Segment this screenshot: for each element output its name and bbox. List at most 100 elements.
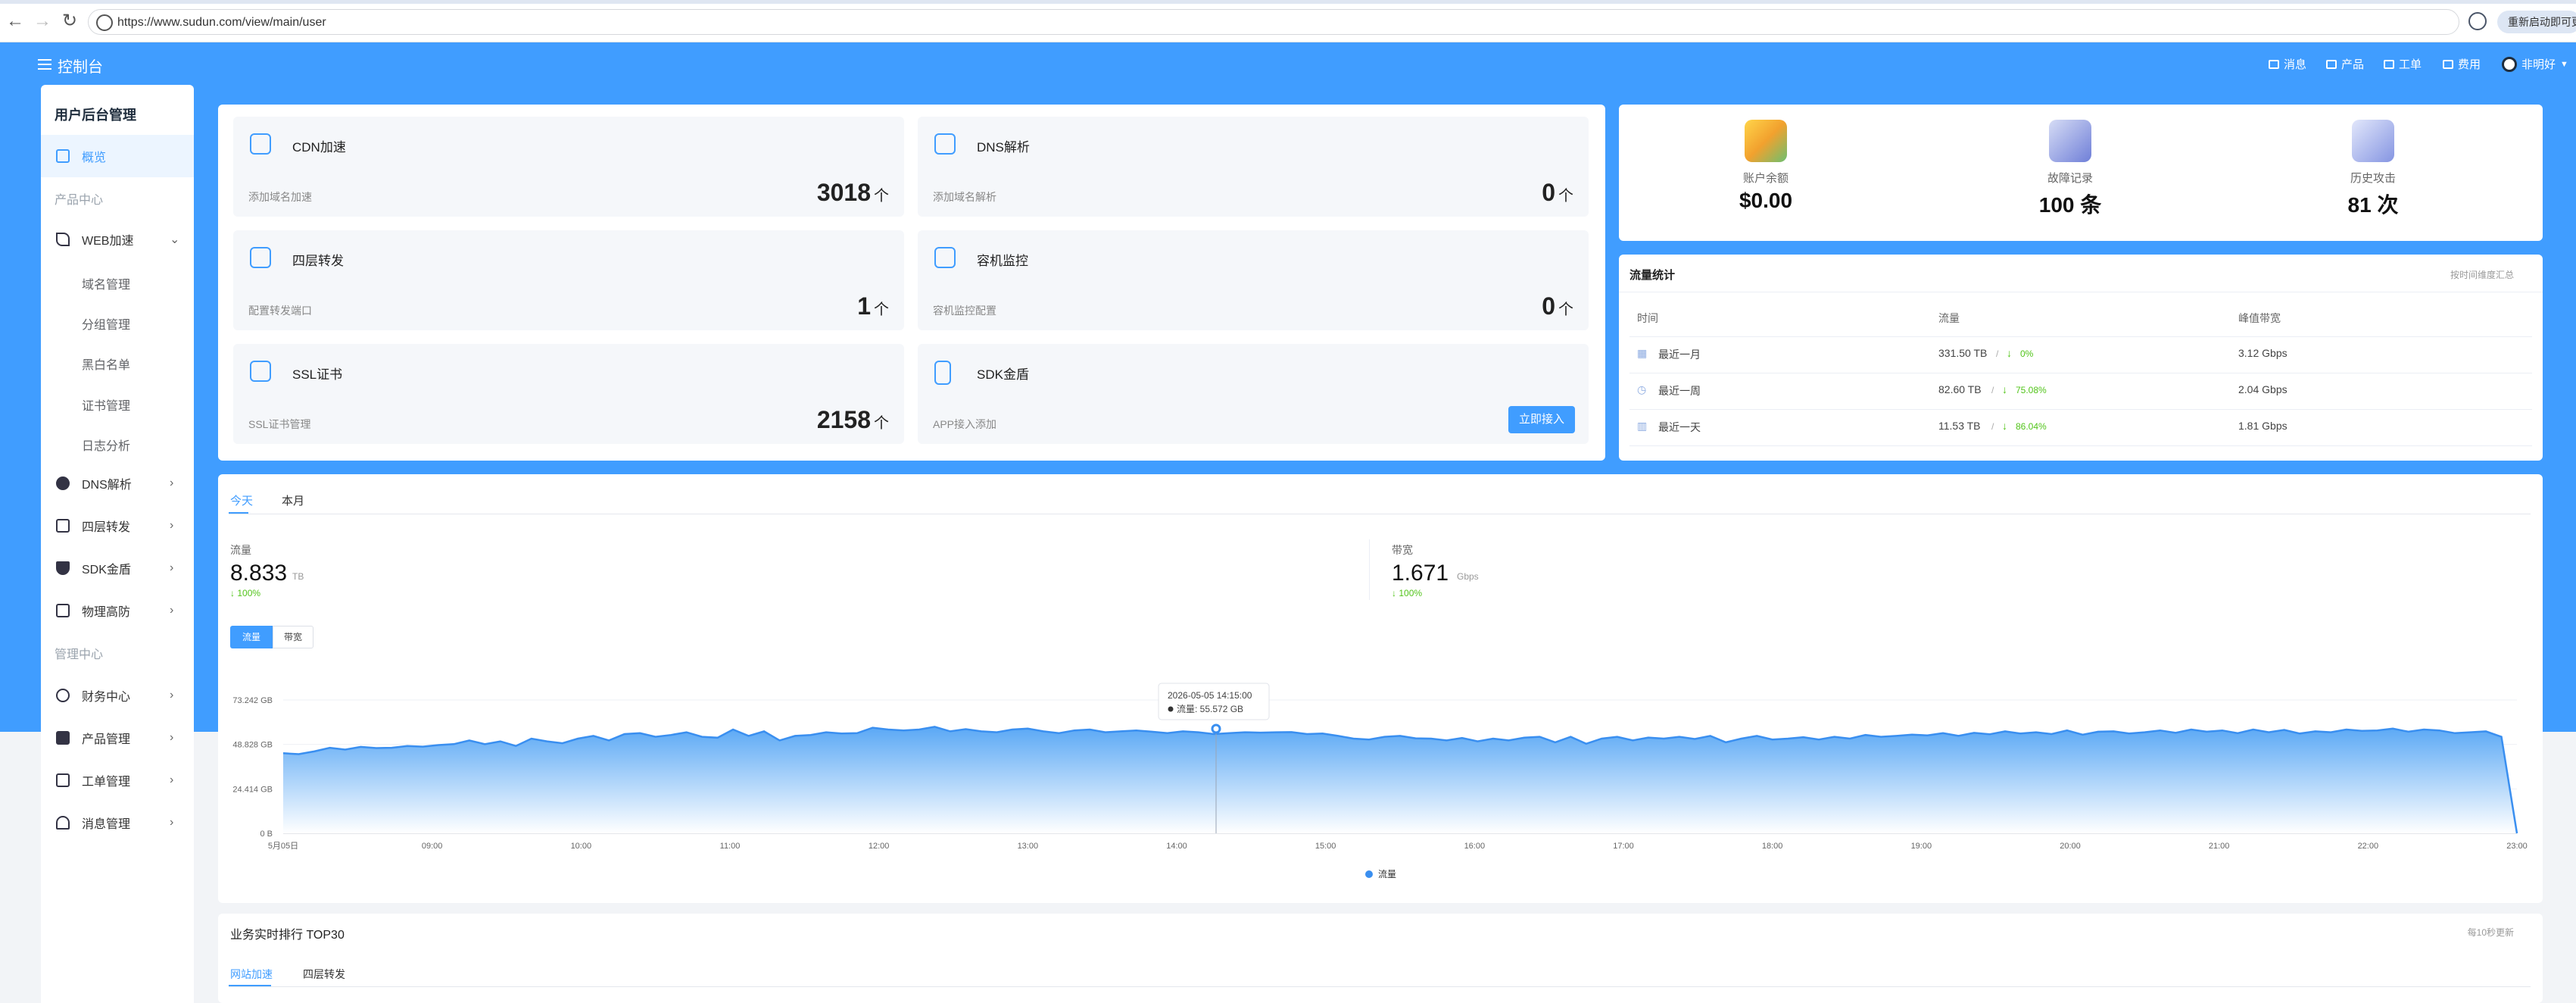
- fault-illustration-icon: [2049, 120, 2091, 162]
- site-info-icon[interactable]: [96, 14, 113, 31]
- sidebar-item-tickets[interactable]: 工单管理 ›: [41, 759, 194, 801]
- link-icon: [934, 133, 956, 155]
- tab-this-month[interactable]: 本月: [282, 492, 304, 508]
- feature-card-dns[interactable]: DNS解析 添加域名解析 0个: [918, 117, 1589, 217]
- feature-card-cdn[interactable]: CDN加速 添加域名加速 3018 个: [233, 117, 904, 217]
- console-title: 控制台: [58, 59, 103, 76]
- dollar-icon: [56, 689, 70, 702]
- feature-card-ssl[interactable]: SSL证书 SSL证书管理 2158 个: [233, 344, 904, 444]
- traffic-stats-card: 流量统计 按时间维度汇总 时间 流量 峰值带宽 ▦ 最近一月 331.50 TB…: [1619, 255, 2543, 461]
- chip-icon: [250, 247, 271, 268]
- traffic-stats-note: 按时间维度汇总: [2450, 270, 2514, 280]
- x-tick-label: 13:00: [1018, 842, 1039, 851]
- sidebar-title: 用户后台管理: [55, 108, 136, 123]
- bandwidth-value: 1.671: [1392, 561, 1449, 586]
- x-tick-label: 20:00: [2060, 842, 2081, 851]
- sidebar-item-finance[interactable]: 财务中心 ›: [41, 674, 194, 717]
- tab-l4-forward[interactable]: 四层转发: [303, 967, 345, 982]
- caret-down-icon: ▼: [2560, 59, 2568, 69]
- summary-attacks: 历史攻击 81 次: [2259, 120, 2487, 219]
- x-tick-label: 16:00: [1464, 842, 1486, 851]
- sidebar: 用户后台管理 概览 产品中心 WEB加速 ⌄ 域名管理 分组管理 黑白名单 证书管…: [41, 85, 194, 1003]
- sidebar-item-overview[interactable]: 概览: [41, 135, 194, 177]
- grid-icon: [56, 149, 70, 163]
- phone-icon: [934, 361, 951, 385]
- sidebar-item-messages[interactable]: 消息管理 ›: [41, 801, 194, 844]
- tooltip-value: 流量: 55.572 GB: [1177, 704, 1243, 714]
- sidebar-sub-domain[interactable]: 域名管理: [82, 274, 130, 292]
- sidebar-sub-blacklist[interactable]: 黑白名单: [82, 355, 130, 373]
- section-product-center: 产品中心: [55, 194, 104, 207]
- flow-value: 8.833: [230, 561, 288, 586]
- section-manage-center: 管理中心: [55, 648, 104, 661]
- x-tick-label: 14:00: [1166, 842, 1187, 851]
- sidebar-sub-cert[interactable]: 证书管理: [82, 395, 130, 414]
- sidebar-item-sdk[interactable]: SDK金盾 ›: [41, 547, 194, 589]
- nav-tickets[interactable]: 工单: [2384, 56, 2422, 72]
- bandwidth-label: 带宽: [1392, 544, 1413, 556]
- ranking-note: 每10秒更新: [2467, 927, 2514, 938]
- x-tick-label: 15:00: [1315, 842, 1336, 851]
- y-tick-label: 73.242 GB: [232, 696, 273, 705]
- flow-change: ↓ 100%: [230, 588, 261, 598]
- sidebar-item-l4[interactable]: 四层转发 ›: [41, 505, 194, 547]
- browser-toolbar: ← → ↻ https://www.sudun.com/view/main/us…: [0, 0, 2576, 42]
- col-header-time: 时间: [1637, 312, 1658, 324]
- sidebar-item-web[interactable]: WEB加速 ⌄: [41, 218, 194, 261]
- tab-web-accel[interactable]: 网站加速: [230, 967, 273, 982]
- sidebar-sub-group[interactable]: 分组管理: [82, 314, 130, 333]
- join-now-button[interactable]: 立即接入: [1508, 406, 1575, 433]
- cubes-icon: [56, 731, 70, 745]
- restart-update-button[interactable]: 重新启动即可更新: [2497, 11, 2576, 33]
- tab-today[interactable]: 今天: [230, 492, 253, 508]
- feature-value: 0个: [1542, 179, 1573, 206]
- certificate-icon: [250, 361, 271, 382]
- feature-sub: 配置转发端口: [248, 305, 312, 317]
- forward-icon[interactable]: →: [30, 9, 55, 33]
- toggle-bandwidth-button[interactable]: 带宽: [273, 626, 313, 648]
- chevron-right-icon: ›: [170, 604, 174, 617]
- folder-icon: [2443, 59, 2453, 69]
- nav-products[interactable]: 产品: [2326, 56, 2364, 72]
- monitor-icon: [934, 247, 956, 268]
- reload-icon[interactable]: ↻: [58, 9, 82, 33]
- flow-unit: TB: [292, 571, 304, 582]
- address-bar[interactable]: https://www.sudun.com/view/main/user: [88, 9, 2459, 35]
- summary-balance: 账户余额 $0.00: [1652, 120, 1879, 213]
- feature-name: 四层转发: [292, 254, 344, 268]
- chevron-right-icon: ›: [170, 773, 174, 786]
- toggle-flow-button[interactable]: 流量: [230, 626, 273, 648]
- chevron-right-icon: ›: [170, 689, 174, 701]
- sidebar-item-phys[interactable]: 物理高防 ›: [41, 589, 194, 632]
- x-tick-label: 22:00: [2358, 842, 2379, 851]
- sidebar-sub-log[interactable]: 日志分析: [82, 436, 130, 454]
- x-tick-label: 18:00: [1762, 842, 1783, 851]
- feature-sub: 容机监控配置: [933, 305, 996, 317]
- menu-icon[interactable]: [38, 59, 51, 70]
- down-arrow-icon: ↓: [2007, 347, 2012, 359]
- server-illustration-icon: [2352, 120, 2394, 162]
- profile-icon[interactable]: [2468, 12, 2487, 30]
- nav-messages[interactable]: 消息: [2269, 56, 2306, 72]
- feature-value: 3018 个: [816, 179, 889, 206]
- bandwidth-change: ↓ 100%: [1392, 588, 1423, 598]
- feature-name: DNS解析: [977, 140, 1030, 155]
- sidebar-item-dns[interactable]: DNS解析 ›: [41, 462, 194, 505]
- x-tick-label: 11:00: [720, 842, 741, 851]
- feature-card-l4[interactable]: 四层转发 配置转发端口 1个: [233, 230, 904, 330]
- feature-name: CDN加速: [292, 140, 346, 155]
- user-menu[interactable]: 非明好 ▼: [2502, 56, 2568, 72]
- avatar: [2502, 56, 2517, 72]
- nav-billing[interactable]: 费用: [2443, 56, 2481, 72]
- bandwidth-unit: Gbps: [1457, 571, 1479, 582]
- cloud-icon: [250, 133, 271, 155]
- back-icon[interactable]: ←: [3, 9, 27, 33]
- feature-card-monitor[interactable]: 容机监控 容机监控配置 0个: [918, 230, 1589, 330]
- y-tick-label: 48.828 GB: [232, 741, 273, 750]
- sidebar-item-products[interactable]: 产品管理 ›: [41, 717, 194, 759]
- ranking-card: 业务实时排行 TOP30 每10秒更新 网站加速 四层转发: [218, 914, 2543, 1003]
- feature-sub: 添加域名加速: [248, 191, 312, 203]
- feature-card-sdk[interactable]: SDK金盾 APP接入添加 立即接入: [918, 344, 1589, 444]
- tooltip-box: [1158, 683, 1270, 720]
- summary-card: 账户余额 $0.00 故障记录 100 条 历史攻击 81 次: [1619, 105, 2543, 241]
